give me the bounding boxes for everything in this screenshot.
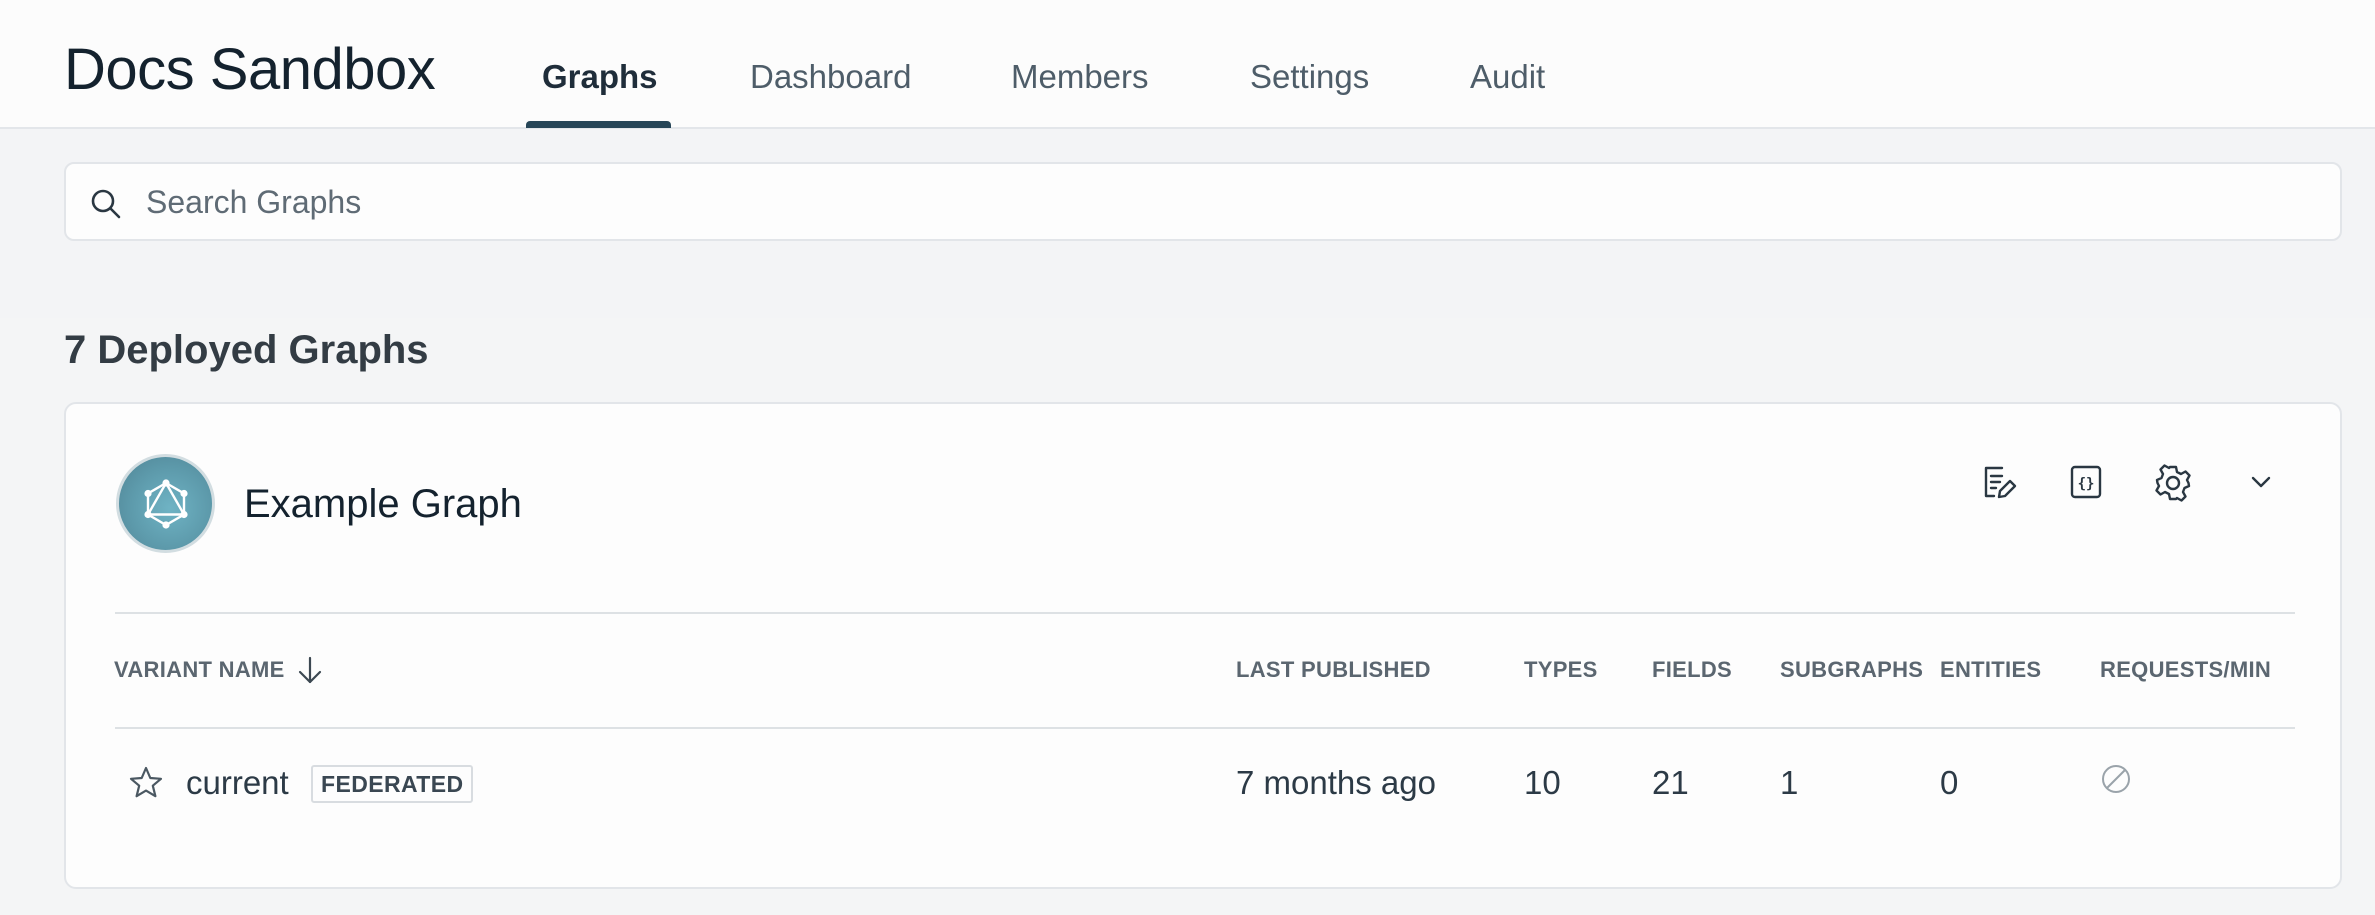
column-header-types[interactable]: TYPES <box>1524 655 1598 685</box>
svg-text:{}: {} <box>2078 476 2095 492</box>
variant-name-link[interactable]: current <box>186 761 289 805</box>
edit-readme-button[interactable] <box>1976 460 2020 504</box>
no-data-icon <box>2102 765 2130 793</box>
star-outline-icon[interactable] <box>127 764 165 802</box>
active-tab-indicator <box>526 121 671 128</box>
fields-cell: 21 <box>1652 764 1689 801</box>
chevron-down-icon <box>2251 476 2271 488</box>
tab-dashboard[interactable]: Dashboard <box>750 53 911 101</box>
entities-cell: 0 <box>1940 764 1959 801</box>
code-brackets-icon: {} <box>2070 465 2102 499</box>
column-header-subgraphs[interactable]: SUBGRAPHS <box>1780 655 1923 685</box>
subgraphs-cell: 1 <box>1780 764 1799 801</box>
arrow-down-icon[interactable] <box>295 655 325 685</box>
tab-audit[interactable]: Audit <box>1470 53 1545 101</box>
column-header-last-published[interactable]: LAST PUBLISHED <box>1236 655 1431 685</box>
top-navigation-bar: Docs Sandbox Graphs Dashboard Members Se… <box>0 0 2375 129</box>
schema-button[interactable]: {} <box>2064 460 2108 504</box>
column-header-label: VARIANT NAME <box>114 657 285 682</box>
tab-graphs[interactable]: Graphs <box>542 53 658 101</box>
card-divider <box>115 612 2295 614</box>
graph-card: Example Graph {} <box>64 402 2342 889</box>
graph-avatar[interactable] <box>116 454 215 553</box>
expand-card-button[interactable] <box>2239 460 2283 504</box>
tab-members[interactable]: Members <box>1011 53 1149 101</box>
types-cell: 10 <box>1524 764 1561 801</box>
column-header-requests-per-min[interactable]: REQUESTS/MIN <box>2100 655 2271 685</box>
tab-settings[interactable]: Settings <box>1250 53 1369 101</box>
column-header-fields[interactable]: FIELDS <box>1652 655 1732 685</box>
search-icon <box>91 189 121 219</box>
last-published-cell: 7 months ago <box>1236 764 1436 801</box>
organization-title: Docs Sandbox <box>64 37 436 102</box>
search-bar[interactable] <box>64 162 2342 241</box>
graph-settings-button[interactable] <box>2151 460 2195 504</box>
gear-icon <box>2155 464 2191 502</box>
federated-badge: FEDERATED <box>311 765 474 803</box>
column-header-entities[interactable]: ENTITIES <box>1940 655 2041 685</box>
search-input[interactable] <box>146 178 2296 226</box>
table-header-divider <box>115 727 2295 729</box>
deployed-graphs-heading: 7 Deployed Graphs <box>64 328 429 372</box>
edit-document-icon <box>1984 466 2017 499</box>
graph-name[interactable]: Example Graph <box>244 478 522 530</box>
column-header-variant-name[interactable]: VARIANT NAME <box>114 655 325 685</box>
graphql-logo-icon <box>144 479 188 529</box>
